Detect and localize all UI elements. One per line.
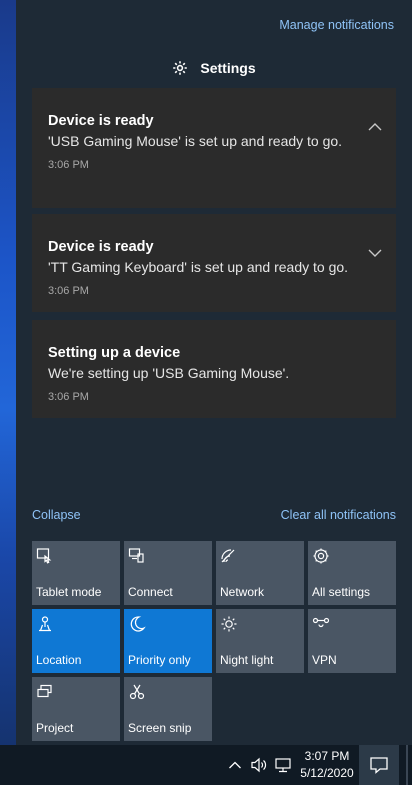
clock-time: 3:07 PM xyxy=(304,749,350,763)
chevron-up-icon xyxy=(229,761,241,769)
tile-label: Project xyxy=(36,721,74,735)
taskbar-clock[interactable]: 3:07 PM 5/12/2020 xyxy=(296,748,358,782)
tile-label: Location xyxy=(36,653,82,667)
notification-card[interactable]: Device is ready 'USB Gaming Mouse' is se… xyxy=(32,88,396,208)
tile-label: Priority only xyxy=(128,653,191,667)
gear-icon xyxy=(313,548,329,564)
tile-network[interactable]: Network xyxy=(216,541,304,605)
settings-label: Settings xyxy=(200,60,256,76)
clock-date: 5/12/2020 xyxy=(300,766,354,780)
chevron-up-icon[interactable] xyxy=(368,122,382,132)
collapse-link[interactable]: Collapse xyxy=(32,508,81,524)
ethernet-network-icon xyxy=(275,758,291,773)
notification-body: We're setting up 'USB Gaming Mouse'. xyxy=(48,365,290,381)
network-icon xyxy=(221,549,235,563)
vpn-icon xyxy=(312,617,330,628)
show-desktop-button[interactable] xyxy=(406,745,408,785)
tile-all-settings[interactable]: All settings xyxy=(308,541,396,605)
tile-label: Screen snip xyxy=(128,721,192,735)
notification-time: 3:06 PM xyxy=(48,159,89,171)
chevron-down-icon[interactable] xyxy=(368,248,382,258)
notification-title: Setting up a device xyxy=(48,345,181,361)
tile-project[interactable]: Project xyxy=(32,677,120,741)
notification-icon xyxy=(370,757,388,774)
connect-icon xyxy=(128,548,144,563)
action-center-panel: Manage notifications Settings Device is … xyxy=(16,0,412,745)
tile-connect[interactable]: Connect xyxy=(124,541,212,605)
manage-notifications-link[interactable]: Manage notifications xyxy=(279,18,394,32)
notification-title: Device is ready xyxy=(48,113,154,129)
action-center-button[interactable] xyxy=(359,745,399,785)
action-links-row: Collapse Clear all notifications xyxy=(32,508,396,524)
location-icon xyxy=(39,616,51,632)
tile-label: Network xyxy=(220,585,265,599)
notification-body: 'TT Gaming Keyboard' is set up and ready… xyxy=(48,259,349,275)
notification-time: 3:06 PM xyxy=(48,285,89,297)
screen-snip-icon xyxy=(129,684,145,700)
speaker-icon xyxy=(251,757,267,773)
notification-time: 3:06 PM xyxy=(48,391,89,403)
taskbar: 3:07 PM 5/12/2020 xyxy=(0,745,412,785)
tile-location[interactable]: Location xyxy=(32,609,120,673)
notification-card[interactable]: Device is ready 'TT Gaming Keyboard' is … xyxy=(32,214,396,312)
network-status-button[interactable] xyxy=(274,745,292,785)
tile-priority-only[interactable]: Priority only xyxy=(124,609,212,673)
notification-title: Device is ready xyxy=(48,239,154,255)
settings-header[interactable]: Settings xyxy=(16,58,412,78)
moon-icon xyxy=(130,616,146,632)
project-icon xyxy=(37,684,52,698)
tile-label: Tablet mode xyxy=(36,585,102,599)
clear-all-notifications-link[interactable]: Clear all notifications xyxy=(281,508,396,524)
tile-label: All settings xyxy=(312,585,371,599)
tile-vpn[interactable]: VPN xyxy=(308,609,396,673)
gear-icon xyxy=(173,61,188,75)
show-hidden-icons-button[interactable] xyxy=(228,745,242,785)
tile-tablet-mode[interactable]: Tablet mode xyxy=(32,541,120,605)
notification-body: 'USB Gaming Mouse' is set up and ready t… xyxy=(48,133,343,149)
desktop-background xyxy=(0,0,16,745)
quick-actions-grid: Tablet mode Connect Network All settings… xyxy=(32,541,396,741)
brightness-icon xyxy=(221,616,237,632)
tile-label: VPN xyxy=(312,653,337,667)
tile-screen-snip[interactable]: Screen snip xyxy=(124,677,212,741)
tile-night-light[interactable]: Night light xyxy=(216,609,304,673)
notification-card[interactable]: Setting up a device We're setting up 'US… xyxy=(32,320,396,418)
tile-label: Night light xyxy=(220,653,274,667)
tablet-mode-icon xyxy=(36,548,52,564)
tile-label: Connect xyxy=(128,585,173,599)
volume-button[interactable] xyxy=(250,745,268,785)
